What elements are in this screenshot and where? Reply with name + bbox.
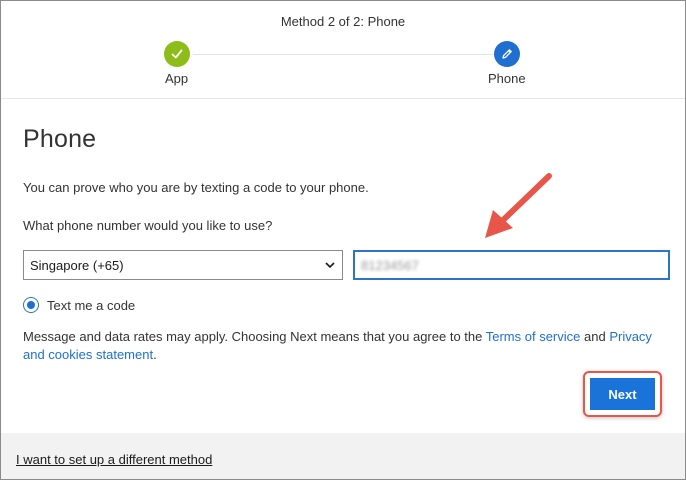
phone-number-input[interactable]: 81234567 (353, 250, 670, 280)
phone-number-value: 81234567 (361, 257, 419, 273)
different-method-link[interactable]: I want to set up a different method (16, 452, 212, 467)
terms-prefix: Message and data rates may apply. Choosi… (23, 329, 486, 344)
page-title: Phone (23, 125, 97, 153)
progress-line (193, 54, 493, 55)
pencil-icon (502, 49, 512, 59)
step-label-app: App (165, 71, 189, 86)
auth-setup-window: Method 2 of 2: Phone App Phone Phone You… (0, 0, 686, 480)
step-app-complete (164, 41, 190, 67)
text-code-option[interactable]: Text me a code (23, 297, 135, 313)
country-code-value: Singapore (+65) (30, 257, 124, 273)
description-text: You can prove who you are by texting a c… (23, 180, 369, 195)
checkmark-icon (171, 49, 183, 59)
annotation-arrow-icon (485, 173, 552, 238)
terms-of-service-link[interactable]: Terms of service (486, 329, 581, 344)
next-button[interactable]: Next (590, 378, 655, 410)
phone-question-label: What phone number would you like to use? (23, 218, 273, 233)
radio-selected-dot (27, 301, 35, 309)
country-code-select[interactable]: Singapore (+65) (23, 250, 343, 280)
terms-middle: and (580, 329, 610, 344)
step-label-phone: Phone (488, 71, 526, 86)
footer-bar: I want to set up a different method (1, 433, 685, 479)
text-code-label: Text me a code (47, 297, 136, 313)
method-title: Method 2 of 2: Phone (280, 14, 406, 29)
terms-suffix: . (153, 347, 157, 362)
progress-header: Method 2 of 2: Phone App Phone (1, 1, 685, 99)
step-phone-current (494, 41, 520, 67)
terms-notice: Message and data rates may apply. Choosi… (23, 328, 663, 364)
chevron-down-icon (325, 262, 335, 269)
text-code-radio[interactable] (23, 297, 39, 313)
next-button-highlight: Next (583, 371, 662, 417)
